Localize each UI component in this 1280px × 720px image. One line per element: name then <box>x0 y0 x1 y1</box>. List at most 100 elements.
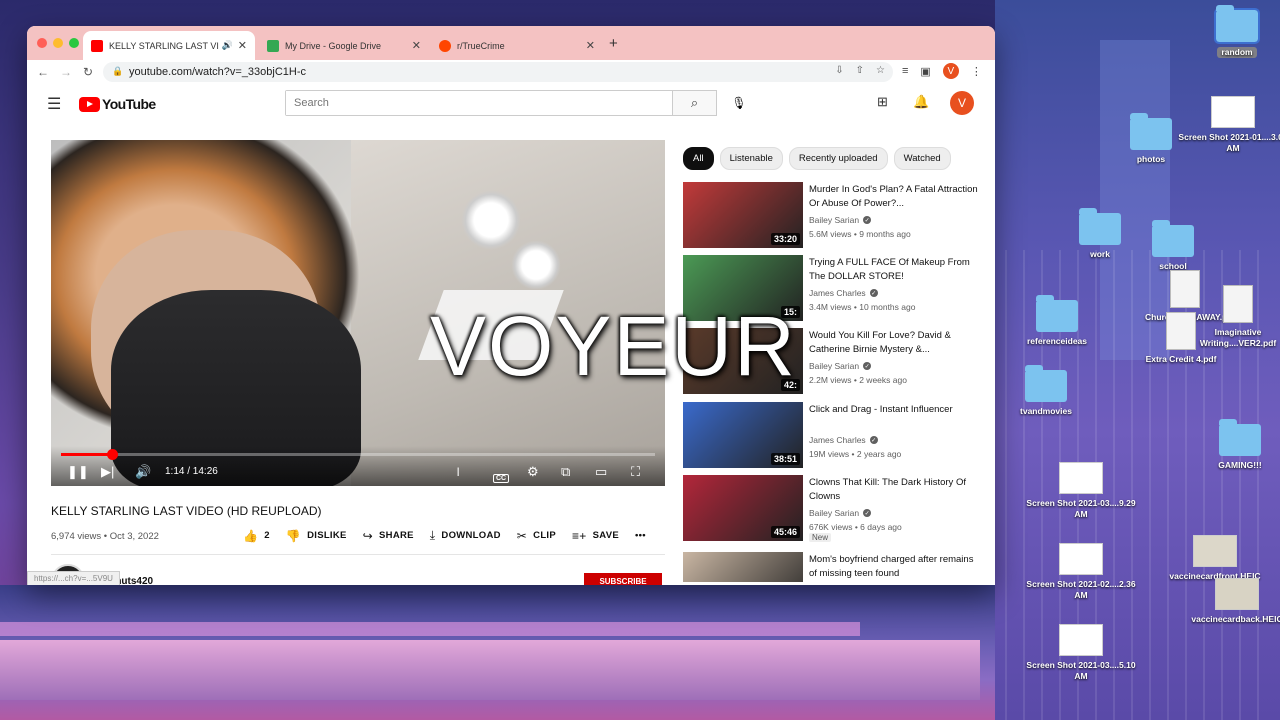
menu-kebab-icon[interactable]: ⋮ <box>971 65 982 78</box>
autoplay-toggle-icon[interactable]: ⏽ <box>453 464 463 480</box>
desktop-icon-label: referenceideas <box>1026 336 1087 346</box>
folder-icon <box>1036 295 1078 332</box>
desktop-icon-photos[interactable]: photos <box>1096 113 1206 165</box>
channel-link[interactable]: James Charles <box>809 435 866 445</box>
search-button[interactable]: ⌕ <box>673 90 717 116</box>
desktop-icon-referenceideas[interactable]: referenceideas <box>1002 295 1112 347</box>
progress-bar[interactable] <box>61 449 655 460</box>
recommendation-title[interactable]: Murder In God's Plan? A Fatal Attraction… <box>809 183 979 211</box>
search-box <box>285 90 673 116</box>
clip-button[interactable]: ✂ CLIP <box>517 529 556 543</box>
tab-google-drive[interactable]: My Drive - Google Drive ✕ <box>259 31 429 60</box>
recommendation-title[interactable]: Click and Drag - Instant Influencer <box>809 403 979 417</box>
like-button[interactable]: 👍 2 <box>243 529 270 543</box>
recommendation-title[interactable]: Mom's boyfriend charged after remains of… <box>809 553 979 581</box>
chip-listenable[interactable]: Listenable <box>719 147 783 170</box>
back-arrow-icon[interactable]: ← <box>37 65 49 79</box>
create-video-icon[interactable]: ⊞ <box>877 94 888 110</box>
speaker-icon[interactable]: 🔊 <box>222 40 233 51</box>
minimize-window-button[interactable] <box>53 38 63 48</box>
recommendation-stats: 2.2M views • 2 weeks ago <box>809 375 907 385</box>
next-icon[interactable]: ▶| <box>101 464 114 480</box>
recommendation-item[interactable]: Mom's boyfriend charged after remains of… <box>683 552 983 582</box>
dislike-button[interactable]: 👎 DISLIKE <box>286 529 347 543</box>
save-label: SAVE <box>592 530 619 541</box>
chip-watched[interactable]: Watched <box>893 147 951 170</box>
recommendation-stats: 5.6M views • 9 months ago <box>809 229 911 239</box>
media-controls-icon[interactable]: ≡ <box>902 65 908 77</box>
bookmark-star-icon[interactable]: ☆ <box>876 65 885 76</box>
zoom-window-button[interactable] <box>69 38 79 48</box>
new-tab-icon[interactable]: + <box>609 35 618 52</box>
video-thumbnail[interactable]: 45:46 <box>683 475 803 541</box>
share-label: SHARE <box>379 530 414 541</box>
video-thumbnail[interactable]: 33:20 <box>683 182 803 248</box>
pause-icon[interactable]: ❚❚ <box>67 464 89 480</box>
desktop-icon-vaccinecardfront[interactable]: vaccinecardfront.HEIC <box>1160 535 1270 582</box>
youtube-favicon-icon <box>91 39 103 52</box>
recommendation-title[interactable]: Would You Kill For Love? David & Catheri… <box>809 329 979 357</box>
channel-link[interactable]: Bailey Sarian <box>809 361 859 371</box>
close-tab-icon[interactable]: ✕ <box>412 39 421 52</box>
youtube-logo[interactable]: YouTube <box>79 96 156 112</box>
close-tab-icon[interactable]: ✕ <box>586 39 595 52</box>
youtube-avatar[interactable]: V <box>950 91 974 115</box>
recommendation-channel: Bailey Sarian ✓ <box>809 215 872 225</box>
settings-gear-icon[interactable]: ⚙ <box>527 464 539 480</box>
chip-recently-uploaded[interactable]: Recently uploaded <box>788 147 888 170</box>
channel-link[interactable]: Bailey Sarian <box>809 508 859 518</box>
download-label: DOWNLOAD <box>441 530 501 541</box>
video-thumbnail[interactable] <box>683 552 803 582</box>
search-input[interactable] <box>286 91 672 115</box>
video-views-date: 6,974 views • Oct 3, 2022 <box>51 531 159 542</box>
channel-link[interactable]: Bailey Sarian <box>809 215 859 225</box>
toolbar-right: ≡ ▣ V ⋮ <box>902 63 982 79</box>
forward-arrow-icon[interactable]: → <box>60 65 72 79</box>
channel-link[interactable]: James Charles <box>809 288 866 298</box>
reload-icon[interactable]: ↻ <box>83 65 93 79</box>
desktop-icon-vaccinecardback[interactable]: vaccinecardback.HEIC <box>1182 578 1280 625</box>
captions-icon[interactable]: CC <box>493 468 510 483</box>
fullscreen-icon[interactable]: ⛶ <box>631 464 640 480</box>
profile-avatar[interactable]: V <box>942 63 959 79</box>
recommendation-title[interactable]: Clowns That Kill: The Dark History Of Cl… <box>809 476 979 504</box>
desktop-icon-extra-credit-pdf[interactable]: Extra Credit 4.pdf <box>1126 312 1236 365</box>
desktop-icon-tvandmovies[interactable]: tvandmovies <box>991 365 1101 417</box>
recommendation-title[interactable]: Trying A FULL FACE Of Makeup From The DO… <box>809 256 979 284</box>
desktop-icon-school[interactable]: school <box>1118 220 1228 272</box>
desktop-icon-screenshot-3[interactable]: Screen Shot 2021-02....2.36 AM <box>1026 543 1136 601</box>
close-window-button[interactable] <box>37 38 47 48</box>
video-thumbnail[interactable]: 38:51 <box>683 402 803 468</box>
share-icon[interactable]: ⇧ <box>856 65 864 76</box>
download-button[interactable]: ⤓ DOWNLOAD <box>430 528 501 543</box>
more-actions-button[interactable]: ••• <box>635 530 646 541</box>
chip-all[interactable]: All <box>683 147 714 170</box>
close-tab-icon[interactable]: ✕ <box>238 39 247 52</box>
side-panel-icon[interactable]: ▣ <box>920 65 930 78</box>
desktop-icon-gaming[interactable]: GAMING!!! <box>1185 419 1280 471</box>
voice-search-button[interactable]: 🎙 <box>727 91 751 115</box>
theater-mode-icon[interactable]: ▭ <box>595 464 607 480</box>
notifications-bell-icon[interactable]: 🔔 <box>913 94 929 110</box>
miniplayer-icon[interactable]: ⧉ <box>561 464 570 480</box>
save-button[interactable]: ≡+ SAVE <box>572 529 619 543</box>
desktop-icon-screenshot-2[interactable]: Screen Shot 2021-03....9.29 AM <box>1026 462 1136 520</box>
desktop-icon-random[interactable]: random <box>1182 5 1280 60</box>
recommendation-item[interactable]: 38:51 Click and Drag - Instant Influence… <box>683 402 983 470</box>
tab-youtube[interactable]: KELLY STARLING LAST VID 🔊 ✕ <box>83 31 255 60</box>
filter-chips: All Listenable Recently uploaded Watched <box>683 147 951 170</box>
tab-reddit[interactable]: r/TrueCrime ✕ <box>431 31 603 60</box>
recommendation-item[interactable]: 45:46 Clowns That Kill: The Dark History… <box>683 475 983 543</box>
address-url[interactable]: youtube.com/watch?v=_33objC1H-c <box>129 66 306 78</box>
recommendation-channel: Bailey Sarian ✓ <box>809 508 872 518</box>
address-bar[interactable]: 🔒 youtube.com/watch?v=_33objC1H-c ⇩ ⇧ ☆ <box>103 62 893 82</box>
recommendation-item[interactable]: 33:20 Murder In God's Plan? A Fatal Attr… <box>683 182 983 250</box>
progress-scrubber[interactable] <box>107 449 119 460</box>
hamburger-menu-icon[interactable]: ☰ <box>47 94 61 114</box>
desktop-icon-screenshot-4[interactable]: Screen Shot 2021-03....5.10 AM <box>1026 624 1136 682</box>
install-icon[interactable]: ⇩ <box>835 65 843 76</box>
share-button[interactable]: ↪ SHARE <box>363 529 414 543</box>
volume-icon[interactable]: 🔊 <box>135 464 151 480</box>
microphone-icon: 🎙 <box>731 96 747 110</box>
subscribe-button[interactable]: SUBSCRIBE <box>584 573 662 585</box>
